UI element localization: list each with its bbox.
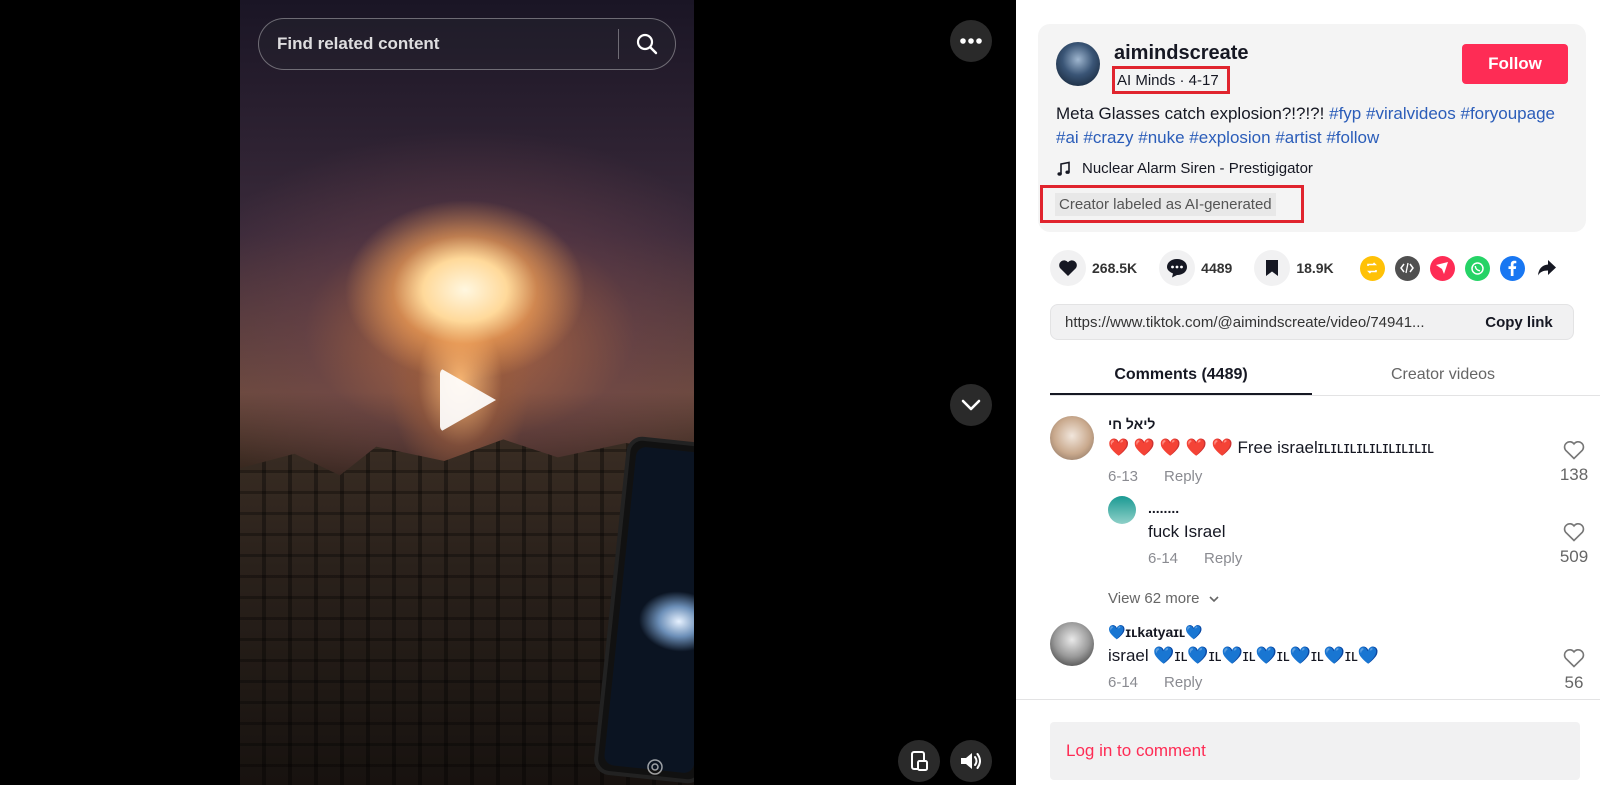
chevron-down-icon <box>961 399 981 411</box>
bookmark-icon <box>1266 260 1279 276</box>
author-username[interactable]: aimindscreate <box>1114 42 1249 65</box>
hashtag[interactable]: #viralvideos <box>1366 104 1456 123</box>
more-icon <box>960 38 982 44</box>
comment-meta: 6-14 Reply <box>1108 674 1202 691</box>
commenter-name[interactable]: ........ <box>1148 500 1179 516</box>
hashtag[interactable]: #crazy <box>1083 128 1133 147</box>
volume-button[interactable] <box>950 740 992 782</box>
video-pane <box>0 0 1016 785</box>
tabs: Comments (4489) Creator videos <box>1050 356 1600 396</box>
hashtag[interactable]: #artist <box>1275 128 1321 147</box>
heart-icon <box>1059 260 1077 276</box>
ai-label-highlight: Creator labeled as AI-generated <box>1040 185 1304 223</box>
comment-date: 6-14 <box>1108 674 1139 691</box>
comment-count: 4489 <box>1201 260 1233 276</box>
comment-date: 6-14 <box>1148 550 1179 567</box>
reply-button[interactable]: Reply <box>1164 674 1202 691</box>
play-icon[interactable] <box>440 368 496 432</box>
comment-like-button[interactable]: 56 <box>1554 648 1594 693</box>
description-text: Meta Glasses catch explosion?!?!?! <box>1056 104 1325 123</box>
like-button[interactable]: 268.5K <box>1050 250 1137 286</box>
view-more-replies[interactable]: View 62 more <box>1108 590 1220 607</box>
hashtag[interactable]: #follow <box>1326 128 1379 147</box>
comment-like-button[interactable]: 509 <box>1554 522 1594 567</box>
commenter-avatar[interactable] <box>1050 622 1094 666</box>
repost-icon[interactable] <box>1359 255 1385 281</box>
comment-meta: 6-13 Reply <box>1108 468 1202 485</box>
music-link[interactable]: Nuclear Alarm Siren - Prestigigator <box>1056 160 1313 177</box>
comment-text: fuck Israel <box>1148 522 1226 541</box>
commenter-avatar[interactable] <box>1050 416 1094 460</box>
comment-date: 6-13 <box>1108 468 1139 485</box>
tab-creator-videos[interactable]: Creator videos <box>1312 356 1574 395</box>
save-count: 18.9K <box>1296 260 1334 276</box>
copy-link-button[interactable]: Copy link <box>1465 314 1573 331</box>
search-icon <box>636 33 658 55</box>
comment-like-button[interactable]: 138 <box>1554 440 1594 485</box>
share-link-url[interactable]: https://www.tiktok.com/@aimindscreate/vi… <box>1051 314 1465 331</box>
send-icon[interactable] <box>1429 255 1455 281</box>
heart-outline-icon <box>1563 649 1585 668</box>
chevron-down-icon <box>1209 596 1219 603</box>
hashtag[interactable]: #ai <box>1056 128 1079 147</box>
action-bar: 268.5K 4489 18.9K <box>1050 248 1580 288</box>
music-title: Nuclear Alarm Siren - Prestigigator <box>1082 160 1313 177</box>
video-description: Meta Glasses catch explosion?!?!?! #fyp … <box>1056 102 1566 150</box>
facebook-icon[interactable] <box>1499 255 1525 281</box>
comment-like-count: 138 <box>1559 465 1589 484</box>
search-input[interactable] <box>259 19 618 69</box>
app-root: aimindscreate AI Minds · 4-17 Follow Met… <box>0 0 1600 785</box>
comment-button[interactable]: 4489 <box>1159 250 1232 286</box>
next-video-button[interactable] <box>950 384 992 426</box>
like-count: 268.5K <box>1092 260 1138 276</box>
comment-text: israel 💙ɪʟ💙ɪʟ💙ɪʟ💙ɪʟ💙ɪʟ💙ɪʟ💙 <box>1108 646 1380 665</box>
comment-list: ליאל חי ❤️ ❤️ ❤️ ❤️ ❤️ Free israelɪʟɪʟɪʟ… <box>1016 398 1600 700</box>
hashtag[interactable]: #fyp <box>1329 104 1361 123</box>
video-info-card: aimindscreate AI Minds · 4-17 Follow Met… <box>1038 24 1586 232</box>
heart-outline-icon <box>1563 441 1585 460</box>
comment-like-count: 56 <box>1564 673 1584 692</box>
share-icons <box>1359 255 1560 281</box>
whatsapp-icon[interactable] <box>1464 255 1490 281</box>
share-arrow-icon[interactable] <box>1535 256 1560 281</box>
volume-icon <box>961 753 981 769</box>
reply-button[interactable]: Reply <box>1164 468 1202 485</box>
picture-in-picture-button[interactable] <box>898 740 940 782</box>
author-subline: AI Minds · 4-17 <box>1112 66 1230 94</box>
commenter-avatar[interactable] <box>1108 496 1136 524</box>
follow-button[interactable]: Follow <box>1462 44 1568 84</box>
hashtag[interactable]: #explosion <box>1189 128 1270 147</box>
music-note-icon <box>1057 161 1070 176</box>
pip-icon <box>911 751 928 771</box>
reply-button[interactable]: Reply <box>1204 550 1242 567</box>
heart-outline-icon <box>1563 523 1585 542</box>
comment-meta: 6-14 Reply <box>1148 550 1242 567</box>
detail-panel: aimindscreate AI Minds · 4-17 Follow Met… <box>1016 0 1600 785</box>
comment-text: ❤️ ❤️ ❤️ ❤️ ❤️ Free israelɪʟɪʟɪʟɪʟɪʟɪʟɪʟ… <box>1108 438 1434 457</box>
ai-generated-label: Creator labeled as AI-generated <box>1055 192 1276 216</box>
author-avatar[interactable] <box>1056 42 1100 86</box>
comment-icon <box>1167 259 1188 278</box>
search-bar <box>258 18 676 70</box>
commenter-name[interactable]: 💙ɪʟkatyaɪʟ💙 <box>1108 624 1203 641</box>
more-options-button[interactable] <box>950 20 992 62</box>
commenter-name[interactable]: ליאל חי <box>1108 416 1155 432</box>
hashtag[interactable]: #nuke <box>1138 128 1184 147</box>
save-button[interactable]: 18.9K <box>1254 250 1334 286</box>
comment-like-count: 509 <box>1559 547 1589 566</box>
tab-comments[interactable]: Comments (4489) <box>1050 356 1312 395</box>
ai-watermark-icon <box>647 759 663 775</box>
share-link-box: https://www.tiktok.com/@aimindscreate/vi… <box>1050 304 1574 340</box>
hashtag[interactable]: #foryoupage <box>1460 104 1555 123</box>
search-button[interactable] <box>619 19 675 69</box>
embed-icon[interactable] <box>1394 255 1420 281</box>
view-more-label: View 62 more <box>1108 590 1200 607</box>
login-to-comment[interactable]: Log in to comment <box>1050 722 1580 780</box>
